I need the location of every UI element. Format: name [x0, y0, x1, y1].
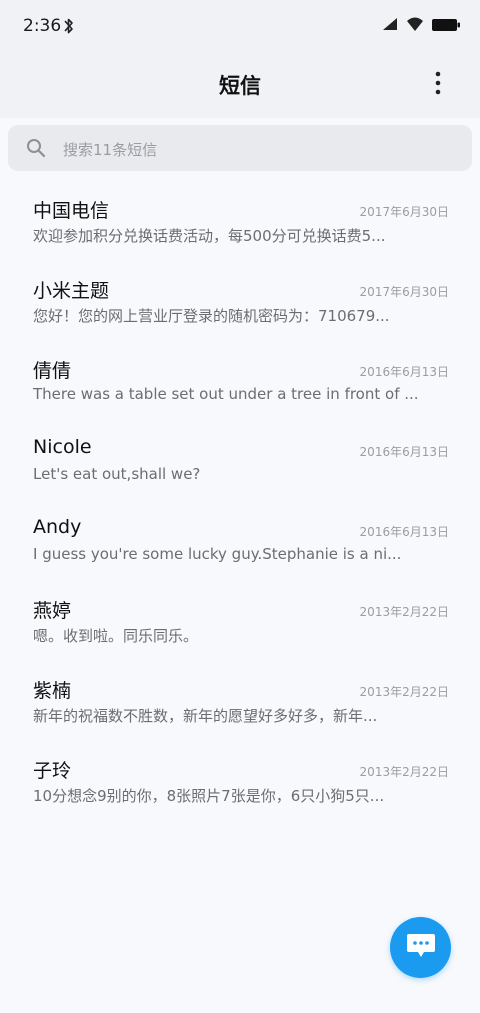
- message-sender: 小米主题: [33, 280, 110, 302]
- message-sender: 中国电信: [33, 200, 110, 222]
- more-options-button[interactable]: [416, 70, 460, 100]
- bluetooth-icon: [62, 16, 76, 36]
- message-date: 2016年6月13日: [359, 445, 449, 459]
- compose-message-button[interactable]: [390, 917, 451, 978]
- message-preview: 欢迎参加积分兑换话费活动，每500分可兑换话费5...: [33, 227, 386, 245]
- message-date: 2017年6月30日: [359, 285, 449, 299]
- message-sender: Andy: [33, 516, 82, 538]
- app-header: 短信: [0, 52, 480, 118]
- message-item[interactable]: Nicole 2016年6月13日 Let's eat out,shall we…: [0, 414, 480, 494]
- search-placeholder: 搜索11条短信: [63, 141, 158, 159]
- search-input[interactable]: 搜索11条短信: [8, 125, 472, 171]
- message-item[interactable]: 中国电信 2017年6月30日 欢迎参加积分兑换话费活动，每500分可兑换话费5…: [0, 174, 480, 254]
- message-preview: 嗯。收到啦。同乐同乐。: [33, 627, 199, 645]
- message-item[interactable]: 燕婷 2013年2月22日 嗯。收到啦。同乐同乐。: [0, 574, 480, 654]
- message-date: 2013年2月22日: [359, 765, 449, 779]
- message-preview: 您好！您的网上营业厅登录的随机密码为：710679...: [33, 307, 390, 325]
- chat-bubble-icon: [405, 932, 437, 964]
- message-preview: I guess you're some lucky guy.Stephanie …: [33, 545, 402, 563]
- message-sender: 紫楠: [33, 680, 72, 702]
- status-bar: 2:36: [0, 0, 480, 52]
- search-icon: [26, 138, 46, 158]
- battery-icon: [432, 17, 460, 36]
- message-item[interactable]: 倩倩 2016年6月13日 There was a table set out …: [0, 334, 480, 414]
- message-sender: 倩倩: [33, 360, 72, 382]
- more-vertical-icon: [435, 71, 441, 99]
- signal-icon: [382, 16, 398, 36]
- message-date: 2016年6月13日: [359, 525, 449, 539]
- message-item[interactable]: 小米主题 2017年6月30日 您好！您的网上营业厅登录的随机密码为：71067…: [0, 254, 480, 334]
- messages-screen: 2:36 短信 搜索11条短信 中国电信 2017年6月30日 欢迎参加积分兑换…: [0, 0, 480, 1013]
- message-preview: There was a table set out under a tree i…: [33, 385, 419, 403]
- message-sender: 燕婷: [33, 600, 72, 622]
- message-item[interactable]: Andy 2016年6月13日 I guess you're some luck…: [0, 494, 480, 574]
- message-sender: Nicole: [33, 436, 92, 458]
- wifi-icon: [406, 16, 424, 36]
- message-date: 2016年6月13日: [359, 365, 449, 379]
- message-sender: 子玲: [33, 760, 72, 782]
- message-preview: 新年的祝福数不胜数，新年的愿望好多好多，新年...: [33, 707, 378, 725]
- status-indicators: [374, 16, 460, 36]
- message-preview: 10分想念9别的你，8张照片7张是你，6只小狗5只...: [33, 787, 385, 805]
- message-list: 中国电信 2017年6月30日 欢迎参加积分兑换话费活动，每500分可兑换话费5…: [0, 174, 480, 814]
- page-title: 短信: [219, 74, 261, 98]
- message-item[interactable]: 紫楠 2013年2月22日 新年的祝福数不胜数，新年的愿望好多好多，新年...: [0, 654, 480, 734]
- message-date: 2013年2月22日: [359, 685, 449, 699]
- message-date: 2013年2月22日: [359, 605, 449, 619]
- message-date: 2017年6月30日: [359, 205, 449, 219]
- status-time: 2:36: [23, 16, 62, 36]
- message-item[interactable]: 子玲 2013年2月22日 10分想念9别的你，8张照片7张是你，6只小狗5只.…: [0, 734, 480, 814]
- message-preview: Let's eat out,shall we?: [33, 465, 201, 483]
